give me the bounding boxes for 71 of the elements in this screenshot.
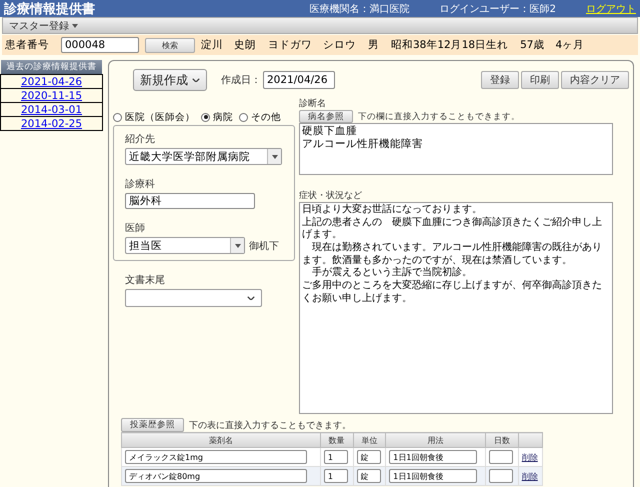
doctor-select[interactable]: 担当医: [125, 237, 245, 254]
column-header: 数量: [320, 432, 354, 448]
column-header: 日数: [486, 432, 518, 448]
diagnosis-line: 硬膜下血腫: [302, 125, 358, 138]
caret-icon: [72, 24, 78, 28]
action-button[interactable]: 登録: [481, 71, 519, 89]
patient-number-label: 患者番号: [5, 38, 49, 52]
quantity-field[interactable]: 1: [324, 469, 348, 483]
symptoms-field[interactable]: 日頃より大変お世話になっております。 上記の患者さんの 硬膜下血腫につき御高診頂きたくご紹介申し上げます。 現在は勤務されています。アルコール性肝機能障害の既往があります。飲酒量も多かったのですが、現在は禁酒しています。 手が震えるという主訴で当院初診。 ご多用中のところを大変恐縮に存じ上げますが、何卒御高診頂きたくお願い申し上げます。: [299, 202, 613, 414]
patient-info: 昭和38年12月18日生れ: [391, 38, 508, 52]
caret-icon: [272, 154, 278, 158]
drug-name-field[interactable]: ディオバン錠80mg: [125, 469, 307, 483]
symptoms-paragraph: 現在は勤務されています。アルコール性肝機能障害の既往があります。飲酒量も多かったのですが、現在は禁酒しています。: [302, 242, 603, 266]
medication-history-button[interactable]: 投薬歴参照: [121, 418, 184, 432]
unit-field[interactable]: 錠: [356, 469, 381, 483]
login-user: ログインユーザー：医師2: [440, 2, 556, 16]
disease-lookup-button[interactable]: 病名参照: [299, 110, 353, 123]
symptoms-paragraph: 手が震えるという主訴で当院初診。: [311, 267, 473, 280]
caret-icon: [192, 78, 200, 82]
action-button[interactable]: 印刷: [521, 71, 559, 89]
symptoms-paragraph: 日頃より大変お世話になっております。: [302, 204, 483, 216]
department-label: 診療科: [125, 178, 156, 191]
symptoms-label: 症状・状況など: [299, 190, 363, 202]
referral-select[interactable]: 近畿大学医学部附属病院: [125, 148, 282, 165]
patient-info: 淀川 史朗: [201, 38, 256, 52]
institution-name: 医療機関名：満口医院: [310, 2, 410, 16]
diagnosis-label: 診断名: [299, 98, 327, 110]
honorific-label: 御机下: [249, 240, 279, 252]
caret-icon: [234, 244, 240, 248]
facility-radio[interactable]: 医院（医師会）: [113, 110, 195, 124]
column-header: 薬剤名: [122, 432, 320, 448]
footer-label: 文書末尾: [125, 274, 166, 287]
app-title: 診療情報提供書: [4, 0, 96, 18]
patient-info: 男: [368, 38, 379, 52]
diagnosis-hint: 下の欄に直接入力することもできます。: [358, 110, 520, 122]
footer-select[interactable]: [125, 289, 262, 307]
history-link[interactable]: 2020-11-15: [0, 89, 103, 103]
symptoms-paragraph: ご多用中のところを大変恐縮に存じ上げますが、何卒御高診頂きたくお願い申し上げます。: [302, 280, 603, 306]
new-button[interactable]: 新規作成: [133, 69, 207, 91]
menu-item[interactable]: マスター登録: [9, 18, 78, 32]
logout-link[interactable]: ログアウト: [586, 2, 636, 16]
facility-radio[interactable]: その他: [239, 110, 281, 124]
facility-radio[interactable]: 病院: [201, 110, 233, 124]
patient-info: 57歳 4ヶ月: [520, 38, 584, 52]
unit-field[interactable]: 錠: [356, 450, 381, 464]
medication-hint: 下の表に直接入力することもできます。: [189, 420, 351, 432]
usage-field[interactable]: 1日1回朝食後: [389, 450, 478, 464]
history-title: 過去の診療情報提供書: [1, 60, 102, 74]
date-label: 作成日：: [221, 74, 261, 87]
diagnosis-field[interactable]: 硬膜下血腫 アルコール性肝機能障害: [299, 123, 613, 175]
days-field[interactable]: [489, 450, 514, 464]
patient-number-field[interactable]: 000048: [61, 37, 139, 53]
doctor-label: 医師: [125, 222, 146, 235]
column-header: 単位: [353, 432, 386, 448]
symptoms-paragraph: 上記の患者さんの 硬膜下血腫につき御高診頂きたくご紹介申し上げます。: [302, 216, 603, 242]
column-header: 用法: [386, 432, 486, 448]
department-field[interactable]: 脳外科: [125, 193, 255, 209]
date-field[interactable]: 2021/04/26: [263, 71, 335, 89]
quantity-field[interactable]: 1: [324, 450, 348, 464]
diagnosis-line: アルコール性肝機能障害: [302, 138, 424, 152]
action-button[interactable]: 内容クリア: [561, 71, 629, 89]
caret-icon: [247, 296, 255, 300]
history-link[interactable]: 2021-04-26: [0, 75, 103, 89]
history-link[interactable]: 2014-03-01: [0, 103, 103, 117]
usage-field[interactable]: 1日1回朝食後: [389, 469, 478, 483]
history-link[interactable]: 2014-02-25: [0, 117, 103, 131]
days-field[interactable]: [489, 469, 514, 483]
patient-info: ヨドガワ シロウ: [268, 38, 356, 52]
referral-label: 紹介先: [125, 132, 156, 146]
drug-name-field[interactable]: メイラックス錠1mg: [125, 450, 307, 464]
search-button[interactable]: 検索: [145, 38, 195, 52]
